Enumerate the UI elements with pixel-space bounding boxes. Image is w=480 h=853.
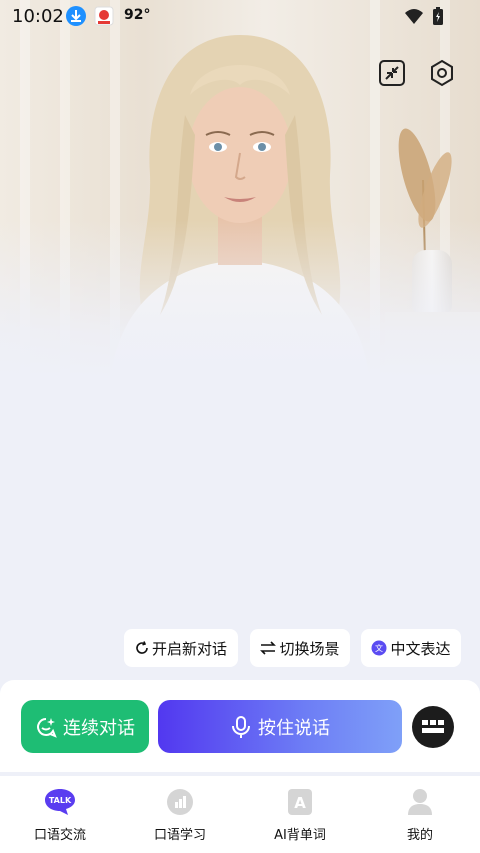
- svg-text:文: 文: [375, 643, 383, 653]
- refresh-icon: [135, 641, 149, 655]
- swap-icon: [260, 641, 277, 655]
- chinese-expression-label: 中文表达: [390, 639, 451, 658]
- switch-scene-chip[interactable]: 切换场景: [250, 629, 350, 667]
- tab-ai-vocabulary[interactable]: A AI背单词: [255, 788, 345, 843]
- settings-icon[interactable]: [427, 58, 457, 88]
- talk-badge-text: TALK: [49, 796, 72, 805]
- tab-speaking-learning-label: 口语学习: [153, 828, 206, 843]
- status-temperature: 92°: [124, 7, 151, 23]
- minimize-icon[interactable]: [377, 58, 407, 88]
- vocabulary-icon: A: [288, 789, 312, 815]
- tab-profile-label: 我的: [406, 828, 433, 843]
- tab-speaking-exchange[interactable]: TALK 口语交流: [15, 788, 105, 843]
- hold-to-talk-label: 按住说话: [258, 717, 330, 739]
- download-icon: [66, 6, 86, 26]
- keyboard-icon: [422, 720, 444, 733]
- tab-profile[interactable]: 我的: [375, 788, 465, 843]
- status-bar: 10:02 92°: [0, 0, 480, 32]
- app-notification-icon: [94, 6, 114, 26]
- continuous-conversation-label: 连续对话: [63, 717, 135, 739]
- talk-icon: TALK: [45, 789, 75, 815]
- tab-speaking-learning[interactable]: 口语学习: [135, 788, 225, 843]
- microphone-icon: [232, 715, 250, 738]
- learning-icon: [167, 789, 193, 815]
- profile-icon: [408, 789, 432, 815]
- tab-speaking-exchange-label: 口语交流: [33, 828, 86, 843]
- battery-icon: [433, 7, 443, 25]
- continuous-conversation-button[interactable]: 连续对话: [21, 700, 149, 753]
- chat-sparkle-icon: [37, 717, 57, 738]
- hold-to-talk-button[interactable]: 按住说话: [158, 700, 402, 753]
- tab-ai-vocabulary-label: AI背单词: [274, 828, 326, 843]
- new-conversation-chip[interactable]: 开启新对话: [124, 629, 238, 667]
- status-time: 10:02: [12, 6, 64, 27]
- keyboard-toggle-button[interactable]: [412, 706, 454, 748]
- chinese-expression-chip[interactable]: 文 中文表达: [361, 629, 461, 667]
- vocabulary-badge-text: A: [294, 794, 306, 812]
- translate-icon: 文: [371, 640, 387, 656]
- wifi-icon: [405, 9, 423, 24]
- hero-fade-overlay: [0, 220, 480, 380]
- avatar-scene: [0, 0, 480, 380]
- switch-scene-label: 切换场景: [279, 639, 340, 658]
- new-conversation-label: 开启新对话: [151, 639, 227, 658]
